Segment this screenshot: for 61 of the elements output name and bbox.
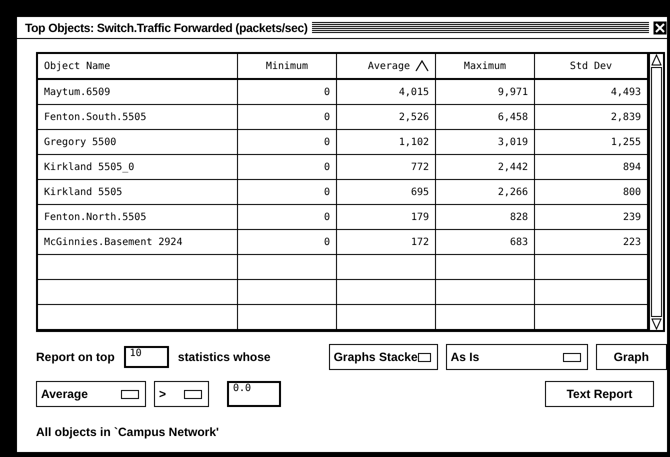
table-cell: 4,493: [535, 80, 648, 105]
window-title: Top Objects: Switch.Traffic Forwarded (packets/sec): [25, 20, 308, 34]
table-cell: 0: [238, 155, 337, 180]
operator-menu[interactable]: >: [154, 381, 209, 407]
table-cell: 2,266: [436, 180, 535, 205]
graph-button[interactable]: Graph: [596, 344, 667, 370]
table-cell: 2,839: [535, 105, 648, 130]
table-cell: 172: [337, 230, 436, 255]
scroll-up-icon[interactable]: [651, 54, 662, 66]
table-cell: 0: [238, 230, 337, 255]
table-cell: 800: [535, 180, 648, 205]
statistic-menu[interactable]: Average: [36, 381, 146, 407]
table-cell: 223: [535, 230, 648, 255]
menu-indicator-icon: [562, 352, 581, 362]
table-cell: 239: [535, 205, 648, 230]
status-text: All objects in `Campus Network': [36, 425, 220, 439]
table-cell: 0: [238, 180, 337, 205]
table-cell: Fenton.South.5505: [38, 105, 238, 130]
menu-indicator-icon: [418, 352, 431, 362]
column-header[interactable]: Maximum: [436, 54, 535, 80]
table-cell: 2,526: [337, 105, 436, 130]
table-cell: Kirkland 5505: [38, 180, 238, 205]
text-report-button[interactable]: Text Report: [545, 381, 654, 407]
statistics-label: statistics whose: [178, 350, 271, 364]
menu-indicator-icon: [121, 390, 139, 398]
top-count-field[interactable]: 10: [124, 346, 169, 368]
table-cell: 9,971: [436, 80, 535, 105]
table-cell: 4,015: [337, 80, 436, 105]
close-icon[interactable]: [653, 20, 667, 34]
column-header[interactable]: Std Dev: [535, 54, 648, 80]
table-cell: 179: [337, 205, 436, 230]
table-cell: 772: [337, 155, 436, 180]
menu-indicator-icon: [184, 390, 202, 398]
table-cell: 683: [436, 230, 535, 255]
table-cell: 0: [238, 105, 337, 130]
table-cell: 695: [337, 180, 436, 205]
table-cell: Maytum.6509: [38, 80, 238, 105]
column-header[interactable]: Minimum: [238, 54, 337, 80]
report-label: Report on top: [36, 350, 115, 364]
column-header[interactable]: Average: [337, 54, 436, 80]
table-cell: Kirkland 5505_0: [38, 155, 238, 180]
table-cell: 2,442: [436, 155, 535, 180]
threshold-field[interactable]: 0.0: [227, 381, 281, 407]
table-cell: 894: [535, 155, 648, 180]
sort-ascending-icon: [415, 60, 429, 72]
table-cell: 0: [238, 130, 337, 155]
column-header[interactable]: Object Name: [38, 54, 238, 80]
graph-style-menu[interactable]: Graphs Stacke: [328, 344, 438, 370]
table-cell: 828: [436, 205, 535, 230]
table-cell: 6,458: [436, 105, 535, 130]
table-cell: Gregory 5500: [38, 130, 238, 155]
table-cell: McGinnies.Basement 2924: [38, 230, 238, 255]
scrollbar[interactable]: [648, 54, 663, 330]
table-cell: 1,102: [337, 130, 436, 155]
order-menu[interactable]: As Is: [446, 344, 588, 370]
table-cell: Fenton.North.5505: [38, 205, 238, 230]
scroll-down-icon[interactable]: [651, 318, 662, 330]
table-cell: 3,019: [436, 130, 535, 155]
table-cell: 0: [238, 205, 337, 230]
table-cell: 1,255: [535, 130, 648, 155]
table-cell: 0: [238, 80, 337, 105]
